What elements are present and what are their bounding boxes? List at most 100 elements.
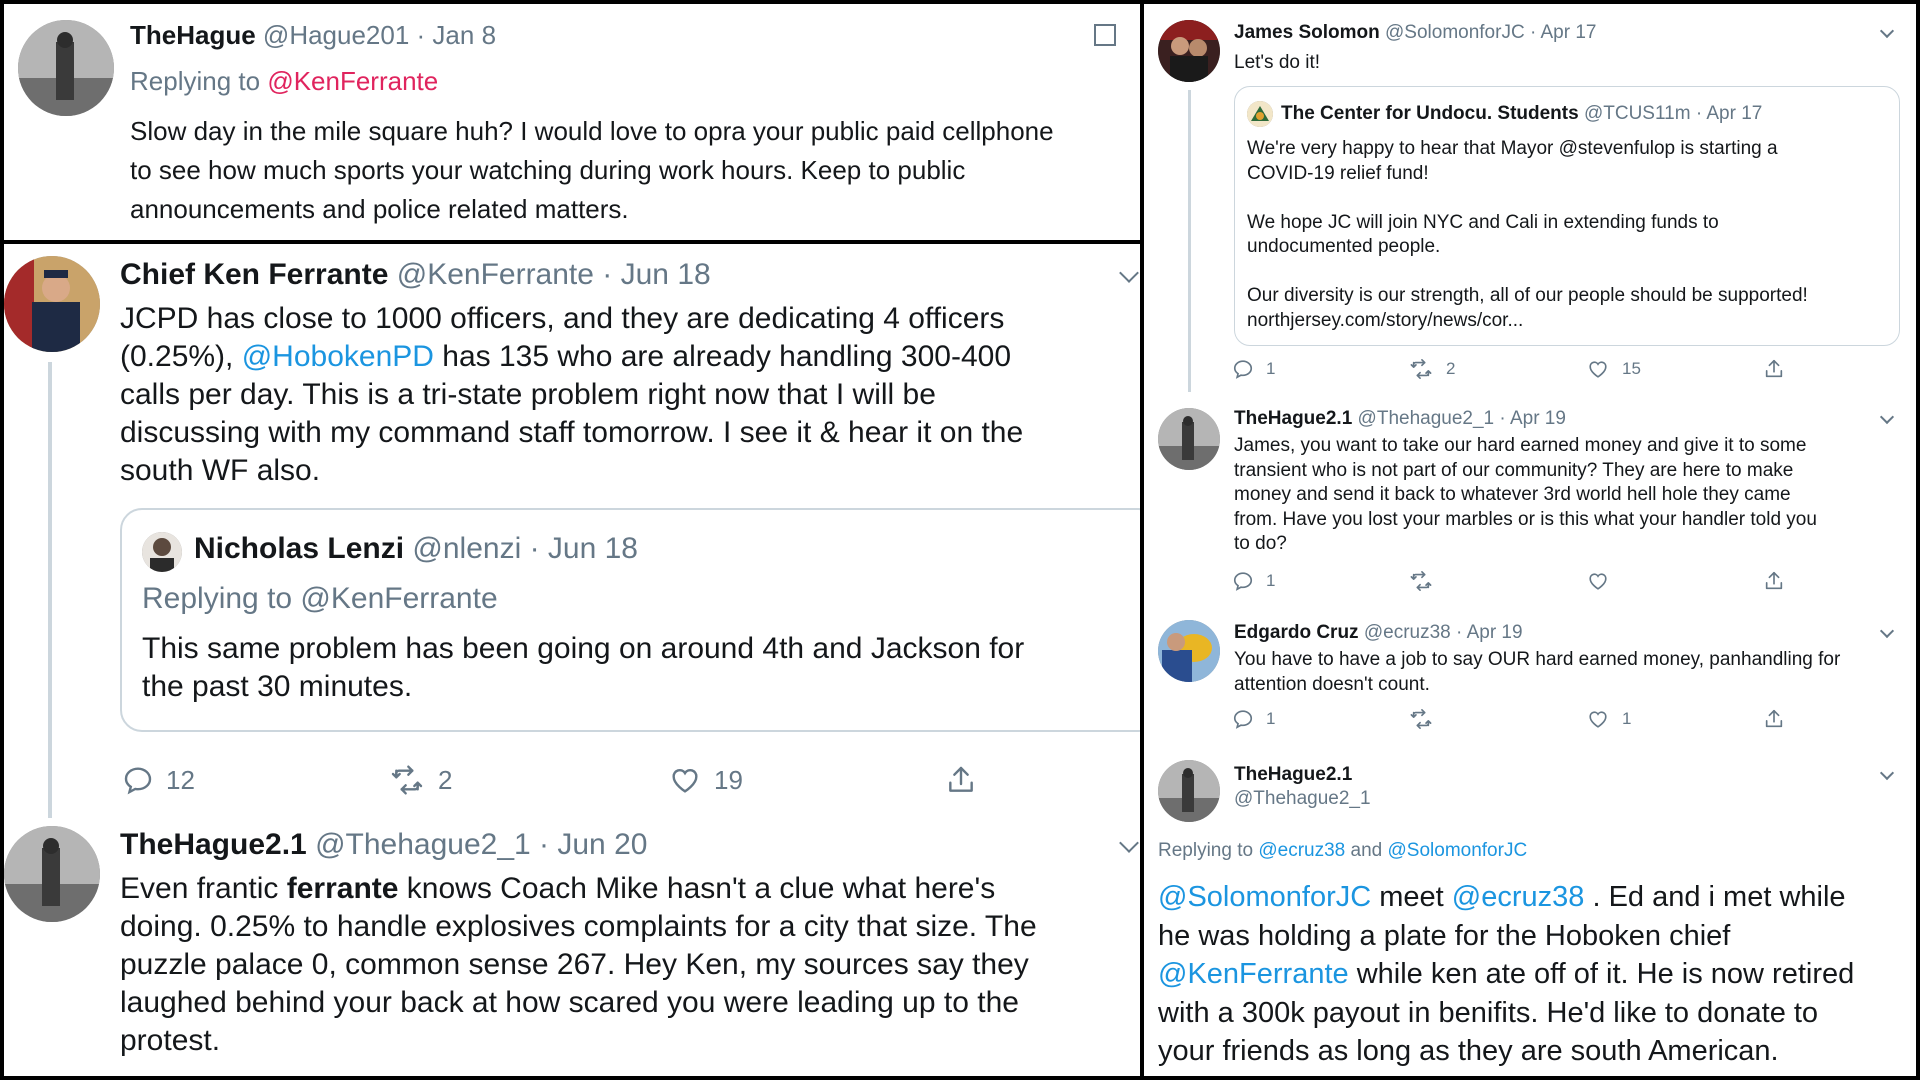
- mention-link[interactable]: @ecruz38: [1452, 881, 1585, 913]
- avatar[interactable]: [4, 826, 100, 922]
- share-button[interactable]: [944, 764, 978, 796]
- tweet-header: TheHague @Hague201 · Jan 8: [130, 20, 496, 51]
- retweet-icon: [388, 764, 426, 796]
- display-name[interactable]: Edgardo Cruz: [1234, 622, 1359, 643]
- avatar[interactable]: [18, 20, 114, 116]
- tweet-panel-c: James Solomon @SolomonforJC · Apr 17 Let…: [1144, 4, 1916, 1076]
- share-button[interactable]: [1762, 708, 1786, 730]
- handle[interactable]: @Hague201: [263, 20, 409, 50]
- avatar[interactable]: [1158, 20, 1220, 82]
- handle[interactable]: @KenFerrante: [397, 258, 594, 291]
- display-name[interactable]: TheHague2.1: [120, 828, 307, 861]
- avatar[interactable]: [1158, 760, 1220, 822]
- tweet-date: · Jun 18: [529, 532, 638, 565]
- avatar[interactable]: [1158, 408, 1220, 470]
- quoted-body: This same problem has been going on arou…: [142, 632, 1025, 703]
- quoted-header: Nicholas Lenzi @nlenzi · Jun 18: [194, 532, 638, 566]
- quoted-tweet[interactable]: Nicholas Lenzi @nlenzi · Jun 18 Replying…: [120, 508, 1140, 732]
- chevron-down-icon[interactable]: [1879, 765, 1895, 781]
- chevron-down-icon[interactable]: [1879, 23, 1895, 39]
- like-button[interactable]: 15: [1586, 358, 1641, 380]
- reply-icon: [1232, 570, 1254, 592]
- heart-icon: [1586, 358, 1610, 380]
- quoted-tweet[interactable]: The Center for Undocu. Students @TCUS11m…: [1234, 86, 1900, 346]
- mention-link[interactable]: @ecruz38: [1258, 840, 1345, 861]
- reply-icon: [1232, 708, 1254, 730]
- retweet-button[interactable]: 2: [388, 764, 452, 796]
- chevron-down-icon[interactable]: [1119, 263, 1139, 283]
- display-name[interactable]: TheHague2.1: [1234, 764, 1352, 786]
- tweet-body: You have to have a job to say OUR hard e…: [1234, 649, 1841, 695]
- heart-icon: [1586, 708, 1610, 730]
- avatar[interactable]: [1158, 620, 1220, 682]
- handle[interactable]: @SolomonforJC: [1385, 22, 1525, 43]
- chevron-down-icon[interactable]: [1119, 833, 1139, 853]
- avatar: [142, 532, 182, 572]
- heart-icon: [1586, 570, 1610, 592]
- tweet-panel-b: Chief Ken Ferrante @KenFerrante · Jun 18…: [4, 244, 1140, 1076]
- avatar: [1247, 101, 1273, 127]
- handle: @TCUS11m: [1583, 103, 1691, 124]
- display-name[interactable]: TheHague: [130, 20, 256, 50]
- like-button[interactable]: 19: [668, 764, 743, 796]
- tweet-date[interactable]: · Jun 20: [539, 828, 647, 861]
- reply-button[interactable]: 1: [1232, 570, 1275, 592]
- retweet-icon: [1408, 358, 1434, 380]
- reply-button[interactable]: 12: [122, 764, 195, 796]
- handle[interactable]: @Thehague2_1: [1234, 788, 1371, 810]
- tweet-date[interactable]: · Jun 18: [602, 258, 710, 291]
- reply-button[interactable]: 1: [1232, 358, 1275, 380]
- display-name: Nicholas Lenzi: [194, 532, 405, 565]
- retweet-icon: [1408, 570, 1434, 592]
- handle[interactable]: @ecruz38: [1364, 622, 1451, 643]
- retweet-button[interactable]: [1408, 570, 1434, 592]
- mention-link[interactable]: @KenFerrante: [1158, 958, 1349, 990]
- tweet-date[interactable]: · Apr 19: [1499, 408, 1566, 429]
- retweet-button[interactable]: 2: [1408, 358, 1455, 380]
- tweet-header: TheHague2.1 @Thehague2_1 · Apr 19: [1234, 408, 1566, 430]
- tweet-date[interactable]: · Apr 17: [1530, 22, 1597, 43]
- replying-to: Replying to @KenFerrante: [142, 582, 498, 615]
- share-icon: [1762, 708, 1786, 730]
- tweet-header: TheHague2.1 @Thehague2_1 · Jun 20: [120, 828, 647, 862]
- quoted-header: The Center for Undocu. Students @TCUS11m…: [1281, 103, 1762, 125]
- reply-icon: [122, 764, 154, 796]
- display-name[interactable]: TheHague2.1: [1234, 408, 1352, 429]
- share-button[interactable]: [1762, 358, 1786, 380]
- heart-icon: [668, 764, 702, 796]
- mention-link[interactable]: @SolomonforJC: [1158, 881, 1371, 913]
- reply-button[interactable]: 1: [1232, 708, 1275, 730]
- tweet-header: Chief Ken Ferrante @KenFerrante · Jun 18: [120, 258, 711, 292]
- quoted-body: We're very happy to hear that Mayor @ste…: [1247, 138, 1808, 331]
- chevron-down-icon[interactable]: [1879, 623, 1895, 639]
- handle[interactable]: @Thehague2_1: [315, 828, 531, 861]
- tweet-date[interactable]: · Jan 8: [417, 20, 497, 50]
- tweet-body: JCPD has close to 1000 officers, and the…: [120, 302, 1024, 487]
- tweet-body: Even frantic ferrante knows Coach Mike h…: [120, 872, 1037, 1057]
- retweet-icon: [1408, 708, 1434, 730]
- mention-link[interactable]: @HobokenPD: [242, 340, 434, 373]
- tweet-body: James, you want to take our hard earned …: [1234, 435, 1817, 554]
- share-icon: [1762, 570, 1786, 592]
- share-icon: [1762, 358, 1786, 380]
- replying-to: Replying to @ecruz38 and @SolomonforJC: [1158, 840, 1528, 861]
- display-name[interactable]: James Solomon: [1234, 22, 1380, 43]
- handle[interactable]: @Thehague2_1: [1358, 408, 1495, 429]
- retweet-button[interactable]: [1408, 708, 1434, 730]
- share-button[interactable]: [1762, 570, 1786, 592]
- bookmark-icon[interactable]: [1094, 24, 1116, 46]
- like-button[interactable]: 1: [1586, 708, 1631, 730]
- tweet-date[interactable]: · Apr 19: [1456, 622, 1523, 643]
- display-name: The Center for Undocu. Students: [1281, 103, 1579, 124]
- tweet-header: James Solomon @SolomonforJC · Apr 17: [1234, 22, 1597, 44]
- chevron-down-icon[interactable]: [1879, 409, 1895, 425]
- avatar[interactable]: [4, 256, 100, 352]
- mention-link[interactable]: @SolomonforJC: [1388, 840, 1528, 861]
- like-button[interactable]: [1586, 570, 1610, 592]
- mention-link[interactable]: @KenFerrante: [267, 66, 438, 96]
- tweet-body: Let's do it!: [1234, 52, 1321, 73]
- display-name[interactable]: Chief Ken Ferrante: [120, 258, 388, 291]
- tweet-body: @SolomonforJC meet @ecruz38 . Ed and i m…: [1158, 881, 1855, 1067]
- tweet-date: · Apr 17: [1695, 103, 1763, 124]
- tweet-panel-a: TheHague @Hague201 · Jan 8 Replying to @…: [4, 4, 1140, 240]
